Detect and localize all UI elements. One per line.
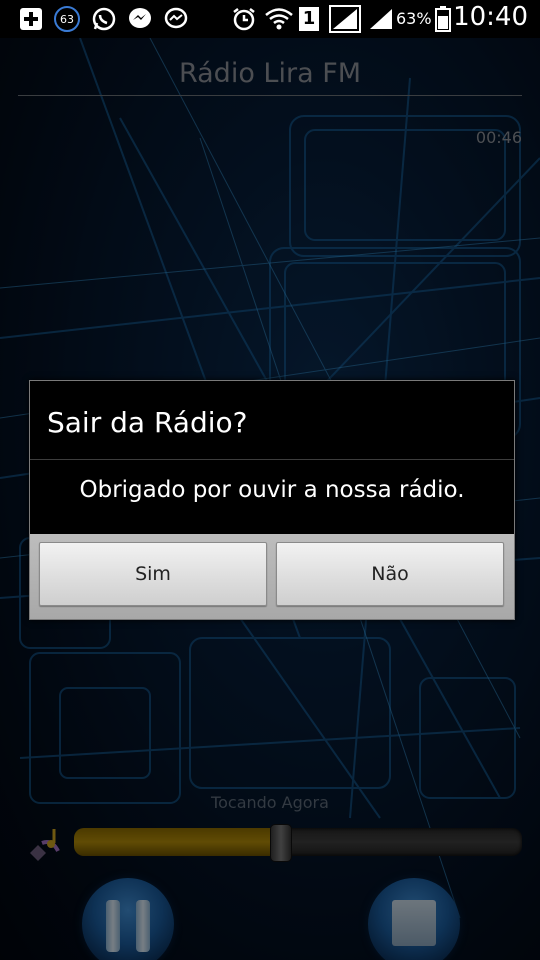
messenger-icon bbox=[126, 5, 154, 33]
notification-count-badge: 63 bbox=[52, 5, 82, 33]
no-button[interactable]: Não bbox=[276, 542, 504, 606]
yes-button[interactable]: Sim bbox=[39, 542, 267, 606]
battery-percent: 63% bbox=[396, 9, 432, 28]
whatsapp-icon bbox=[90, 5, 118, 33]
clock-time: 10:40 bbox=[453, 2, 528, 32]
status-bar: 63 1 63% 10:40 bbox=[0, 0, 540, 38]
dialog-button-bar: Sim Não bbox=[30, 534, 514, 619]
add-icon bbox=[18, 5, 44, 33]
battery-icon bbox=[434, 5, 452, 33]
sim-slot-number: 1 bbox=[299, 7, 319, 31]
signal-icon bbox=[328, 5, 362, 33]
signal-icon-2 bbox=[368, 5, 394, 33]
notification-count: 63 bbox=[54, 6, 80, 32]
wifi-icon bbox=[264, 5, 294, 33]
dialog-divider bbox=[30, 459, 514, 460]
sim-slot-icon: 1 bbox=[298, 5, 320, 33]
messenger-icon-2 bbox=[162, 5, 190, 33]
dialog-title: Sair da Rádio? bbox=[47, 406, 248, 439]
exit-dialog: Sair da Rádio? Obrigado por ouvir a noss… bbox=[29, 380, 515, 620]
dialog-message: Obrigado por ouvir a nossa rádio. bbox=[79, 477, 465, 503]
alarm-icon bbox=[230, 5, 258, 33]
